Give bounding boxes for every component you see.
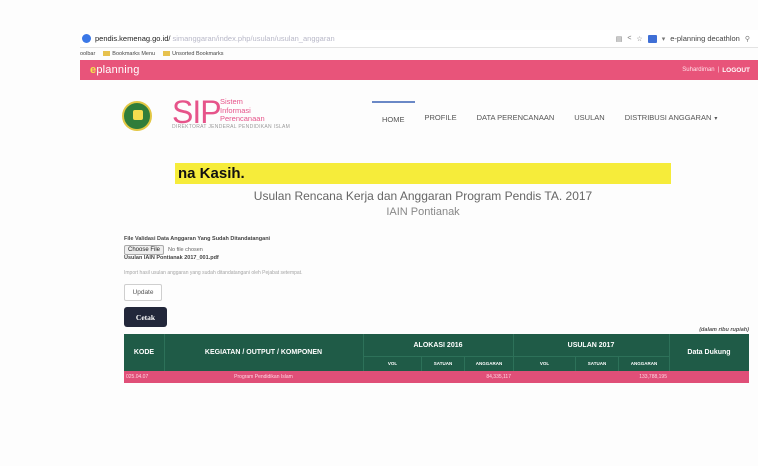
subheader-usulan-anggaran: ANGGARAN: [618, 356, 669, 371]
search-engine-dropdown-icon[interactable]: ▾: [662, 35, 666, 43]
column-header-data-dukung: Data Dukung: [687, 349, 731, 356]
url-path: simanggaran/index.php/usulan/usulan_angg…: [172, 34, 335, 43]
subheader-alokasi-satuan: SATUAN: [421, 356, 464, 371]
row-usulan-anggaran: 133,788,195: [639, 374, 667, 380]
bookmark-item-unsorted[interactable]: Unsorted Bookmarks: [163, 51, 223, 57]
choose-file-button[interactable]: Choose File: [124, 245, 165, 255]
nav-distribusi-anggaran[interactable]: DISTRIBUSI ANGGARAN ▾: [615, 101, 728, 130]
print-button[interactable]: Cetak: [124, 307, 167, 327]
column-header-kegiatan: KEGIATAN / OUTPUT / KOMPONEN: [204, 349, 323, 356]
subheader-alokasi-anggaran: ANGGARAN: [464, 356, 513, 371]
file-input: Choose File No file chosen: [124, 245, 203, 255]
folder-icon: [103, 51, 111, 57]
site-info-icon[interactable]: [82, 34, 91, 43]
column-header-kode: KODE: [133, 349, 155, 356]
brand-logo[interactable]: eplanning: [80, 64, 140, 76]
table-row[interactable]: 025.04.07 Program Pendidikan Islam 84,33…: [124, 371, 749, 383]
row-kode: 025.04.07: [126, 374, 149, 380]
address-bar[interactable]: pendis.kemenag.go.id/ simanggaran/index.…: [80, 30, 758, 48]
kemenag-logo[interactable]: [122, 101, 152, 131]
table-header: KODE KEGIATAN / OUTPUT / KOMPONEN ALOKAS…: [124, 334, 749, 371]
chevron-down-icon: ▾: [714, 116, 718, 122]
user-name[interactable]: Suhardiman: [682, 67, 714, 73]
page-title: Usulan Rencana Kerja dan Anggaran Progra…: [253, 189, 593, 203]
divider: [164, 334, 165, 371]
share-icon[interactable]: <: [627, 35, 631, 42]
row-alokasi-satuan: [421, 371, 464, 383]
row-alokasi-vol: [363, 371, 421, 383]
nav-usulan[interactable]: USULAN: [564, 101, 614, 130]
divider: [669, 334, 670, 371]
subheader-usulan-satuan: SATUAN: [575, 356, 618, 371]
sip-subtitle: Sistem Informasi Perencanaan: [220, 97, 265, 124]
row-usulan-vol: [513, 371, 575, 383]
url-host: pendis.kemenag.go.id/: [95, 34, 171, 43]
bookmark-star-icon[interactable]: ☆: [636, 35, 642, 43]
app-bar: eplanning Suhardiman | LOGOUT: [80, 60, 758, 80]
flash-message: na Kasih.: [175, 163, 671, 184]
folder-icon: [163, 51, 171, 57]
uploaded-file-name[interactable]: Usulan IAIN Pontianak 2017_001.pdf: [124, 255, 219, 261]
row-alokasi-anggaran: 84,335,117: [486, 374, 511, 380]
help-text: Import hasil usulan anggaran yang sudah …: [124, 270, 303, 276]
unit-note: (dalam ribu rupiah): [699, 327, 749, 333]
nav-home[interactable]: HOME: [372, 101, 415, 130]
directorate-label: DIREKTORAT JENDERAL PENDIDIKAN ISLAM: [172, 124, 291, 130]
column-header-alokasi: ALOKASI 2016: [413, 341, 463, 349]
no-file-chosen-text: No file chosen: [168, 247, 203, 253]
nav-data-perencanaan[interactable]: DATA PERENCANAAN: [467, 101, 565, 130]
subheader-alokasi-vol: VOL: [363, 356, 421, 371]
extension-icon[interactable]: [647, 34, 657, 43]
budget-table: KODE KEGIATAN / OUTPUT / KOMPONEN ALOKAS…: [124, 334, 749, 383]
reader-view-icon[interactable]: ▤: [616, 35, 623, 43]
institution-name: IAIN Pontianak: [386, 206, 460, 218]
subheader-usulan-vol: VOL: [513, 356, 575, 371]
search-box[interactable]: e-planning decathlon: [670, 34, 740, 43]
bookmarks-toolbar: oolbar Bookmarks Menu Unsorted Bookmarks: [80, 48, 758, 60]
row-usulan-satuan: [575, 371, 618, 383]
logout-link[interactable]: LOGOUT: [722, 67, 750, 74]
file-upload-label: File Validasi Data Anggaran Yang Sudah D…: [124, 236, 271, 242]
search-icon[interactable]: ⚲: [745, 35, 750, 43]
nav-profile[interactable]: PROFILE: [415, 101, 467, 130]
bookmark-item-menu[interactable]: Bookmarks Menu: [103, 51, 155, 57]
column-header-usulan: USULAN 2017: [567, 341, 615, 349]
flash-message-text: na Kasih.: [178, 165, 245, 182]
update-button[interactable]: Update: [124, 284, 162, 301]
bookmarks-toolbar-label: oolbar: [80, 51, 96, 57]
main-nav: HOME PROFILE DATA PERENCANAAN USULAN DIS…: [372, 101, 727, 130]
row-kegiatan: Program Pendidikan Islam: [234, 374, 293, 380]
